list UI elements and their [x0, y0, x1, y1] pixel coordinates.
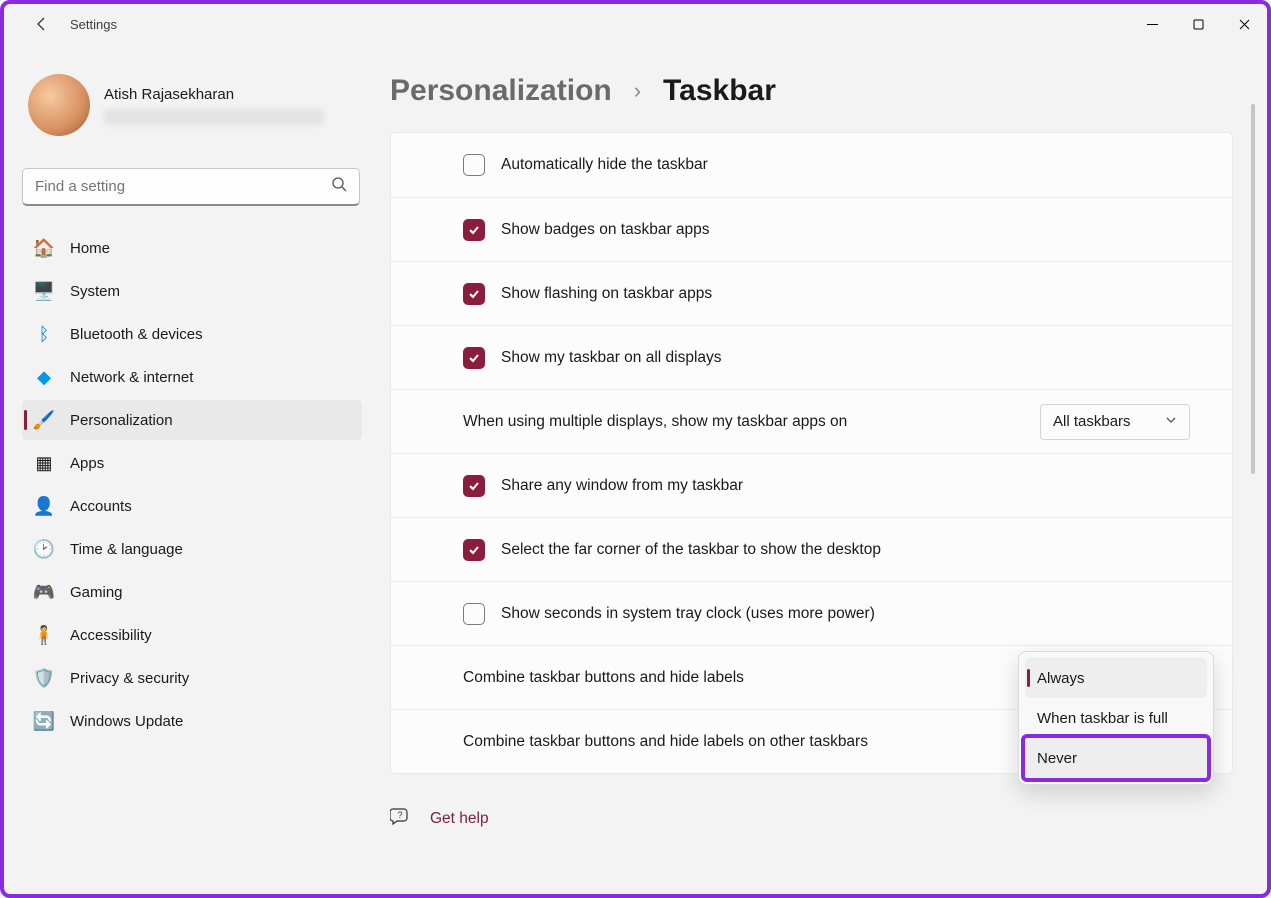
nav-label: Personalization: [70, 412, 173, 429]
wifi-icon: ◆: [34, 367, 54, 387]
sidebar: Atish Rajasekharan 🏠 Home 🖥️ System ᛒ Bluet…: [22, 44, 382, 894]
checkbox-auto-hide[interactable]: [463, 154, 485, 176]
nav-network[interactable]: ◆ Network & internet: [22, 357, 362, 397]
row-far-corner[interactable]: Select the far corner of the taskbar to …: [391, 517, 1232, 581]
scrollbar[interactable]: [1251, 104, 1255, 474]
breadcrumb-parent[interactable]: Personalization: [390, 74, 612, 108]
nav-home[interactable]: 🏠 Home: [22, 228, 362, 268]
row-flashing[interactable]: Show flashing on taskbar apps: [391, 261, 1232, 325]
paintbrush-icon: 🖌️: [34, 410, 54, 430]
dropdown-combine-buttons: Always When taskbar is full Never: [1018, 651, 1214, 785]
dd-label: Always: [1037, 670, 1085, 687]
nav: 🏠 Home 🖥️ System ᛒ Bluetooth & devices ◆ Net…: [22, 228, 362, 741]
row-label: Select the far corner of the taskbar to …: [501, 541, 1190, 559]
row-label: Show seconds in system tray clock (uses …: [501, 605, 1190, 623]
nav-gaming[interactable]: 🎮 Gaming: [22, 572, 362, 612]
row-auto-hide[interactable]: Automatically hide the taskbar: [391, 133, 1232, 197]
row-share-window[interactable]: Share any window from my taskbar: [391, 453, 1232, 517]
nav-label: Accounts: [70, 498, 132, 515]
dropdown-option-always[interactable]: Always: [1025, 658, 1207, 698]
row-label: Show flashing on taskbar apps: [501, 285, 1190, 303]
row-label: When using multiple displays, show my ta…: [463, 413, 1040, 431]
row-show-seconds[interactable]: Show seconds in system tray clock (uses …: [391, 581, 1232, 645]
settings-card: Automatically hide the taskbar Show badg…: [390, 132, 1233, 774]
nav-update[interactable]: 🔄 Windows Update: [22, 701, 362, 741]
avatar: [28, 74, 90, 136]
checkbox-badges[interactable]: [463, 219, 485, 241]
checkbox-far-corner[interactable]: [463, 539, 485, 561]
checkbox-share-window[interactable]: [463, 475, 485, 497]
nav-label: Gaming: [70, 584, 123, 601]
row-badges[interactable]: Show badges on taskbar apps: [391, 197, 1232, 261]
apps-icon: ▦: [34, 453, 54, 473]
nav-privacy[interactable]: 🛡️ Privacy & security: [22, 658, 362, 698]
bluetooth-icon: ᛒ: [34, 324, 54, 344]
system-icon: 🖥️: [34, 281, 54, 301]
nav-accounts[interactable]: 👤 Accounts: [22, 486, 362, 526]
chevron-right-icon: ›: [634, 78, 641, 104]
chevron-down-icon: [1165, 413, 1177, 430]
minimize-button[interactable]: [1129, 4, 1175, 44]
back-button[interactable]: [22, 4, 62, 44]
close-button[interactable]: [1221, 4, 1267, 44]
clock-icon: 🕑: [34, 539, 54, 559]
search-icon: [331, 176, 347, 197]
select-value: All taskbars: [1053, 413, 1131, 430]
dropdown-option-never[interactable]: Never: [1025, 738, 1207, 778]
accessibility-icon: 🧍: [34, 625, 54, 645]
breadcrumb-current: Taskbar: [663, 74, 776, 108]
nav-personalization[interactable]: 🖌️ Personalization: [22, 400, 362, 440]
gamepad-icon: 🎮: [34, 582, 54, 602]
nav-time[interactable]: 🕑 Time & language: [22, 529, 362, 569]
row-label: Automatically hide the taskbar: [501, 156, 1190, 174]
dd-label: Never: [1037, 750, 1077, 767]
help-row: ? Get help: [390, 806, 1233, 831]
user-text: Atish Rajasekharan: [104, 85, 324, 125]
nav-label: Windows Update: [70, 713, 183, 730]
select-multi-display[interactable]: All taskbars: [1040, 404, 1190, 440]
nav-system[interactable]: 🖥️ System: [22, 271, 362, 311]
shield-icon: 🛡️: [34, 668, 54, 688]
row-multi-display: When using multiple displays, show my ta…: [391, 389, 1232, 453]
window-controls: [1129, 4, 1267, 44]
titlebar: Settings: [4, 4, 1267, 44]
checkbox-all-displays[interactable]: [463, 347, 485, 369]
update-icon: 🔄: [34, 711, 54, 731]
nav-accessibility[interactable]: 🧍 Accessibility: [22, 615, 362, 655]
user-block[interactable]: Atish Rajasekharan: [22, 44, 362, 150]
checkbox-show-seconds[interactable]: [463, 603, 485, 625]
nav-label: Home: [70, 240, 110, 257]
dd-label: When taskbar is full: [1037, 710, 1168, 727]
main: Personalization › Taskbar Automatically …: [382, 44, 1257, 894]
row-label: Show my taskbar on all displays: [501, 349, 1190, 367]
person-icon: 👤: [34, 496, 54, 516]
app-title: Settings: [70, 17, 117, 32]
row-label: Share any window from my taskbar: [501, 477, 1190, 495]
home-icon: 🏠: [34, 238, 54, 258]
nav-apps[interactable]: ▦ Apps: [22, 443, 362, 483]
search-input[interactable]: [35, 178, 331, 195]
nav-label: System: [70, 283, 120, 300]
svg-text:?: ?: [397, 810, 402, 820]
help-icon: ?: [390, 806, 410, 831]
user-email-redacted: [104, 109, 324, 125]
nav-label: Privacy & security: [70, 670, 189, 687]
user-name: Atish Rajasekharan: [104, 85, 324, 105]
dropdown-option-when-full[interactable]: When taskbar is full: [1025, 698, 1207, 738]
nav-label: Time & language: [70, 541, 183, 558]
breadcrumb: Personalization › Taskbar: [390, 74, 1233, 108]
nav-bluetooth[interactable]: ᛒ Bluetooth & devices: [22, 314, 362, 354]
search-box[interactable]: [22, 168, 360, 206]
get-help-link[interactable]: Get help: [430, 810, 489, 828]
row-label: Show badges on taskbar apps: [501, 221, 1190, 239]
checkbox-flashing[interactable]: [463, 283, 485, 305]
nav-label: Network & internet: [70, 369, 193, 386]
row-all-displays[interactable]: Show my taskbar on all displays: [391, 325, 1232, 389]
nav-label: Apps: [70, 455, 104, 472]
nav-label: Bluetooth & devices: [70, 326, 203, 343]
maximize-button[interactable]: [1175, 4, 1221, 44]
nav-label: Accessibility: [70, 627, 152, 644]
